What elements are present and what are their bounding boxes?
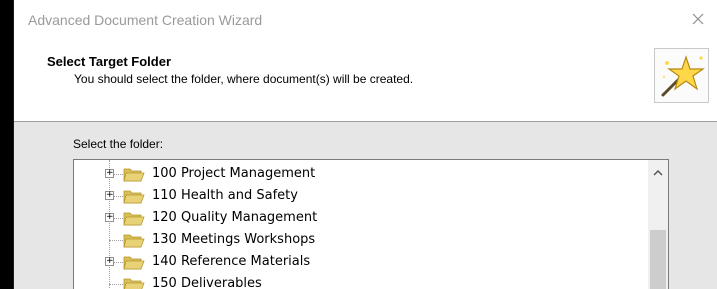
folder-icon	[123, 190, 145, 204]
folder-icon	[123, 256, 145, 270]
tree-branch-line	[114, 262, 123, 263]
folder-icon	[123, 168, 145, 182]
tree-branch-line	[109, 284, 123, 285]
scroll-up-button[interactable]	[648, 162, 668, 182]
background-edge	[0, 0, 13, 289]
tree-branch-line	[114, 218, 123, 219]
folder-icon	[123, 278, 145, 289]
tree-item-100-project-management[interactable]: + 100 Project Management	[74, 163, 644, 185]
header-panel: Select Target Folder You should select t…	[14, 38, 717, 121]
expand-icon[interactable]: +	[105, 169, 114, 178]
tree-branch-line	[109, 240, 123, 241]
wizard-window: Advanced Document Creation Wizard Select…	[13, 0, 717, 289]
vertical-scrollbar[interactable]	[648, 160, 668, 289]
tree-item-110-health-and-safety[interactable]: + 110 Health and Safety	[74, 185, 644, 207]
folder-tree[interactable]: + 100 Project Management + 110 Health an…	[73, 159, 669, 289]
close-button[interactable]	[678, 4, 717, 34]
folder-icon	[123, 212, 145, 226]
tree-item-140-reference-materials[interactable]: + 140 Reference Materials	[74, 251, 644, 273]
window-title: Advanced Document Creation Wizard	[28, 12, 263, 28]
tree-item-label: 110 Health and Safety	[152, 188, 298, 203]
body-panel: Select the folder: + 100 Project Managem…	[14, 122, 717, 289]
chevron-up-icon	[653, 169, 663, 175]
tree-item-label: 130 Meetings Workshops	[152, 232, 316, 247]
tree-item-label: 150 Deliverables	[152, 276, 262, 289]
tree-branch-line	[114, 174, 123, 175]
tree-item-130-meetings-workshops[interactable]: 130 Meetings Workshops	[74, 229, 644, 251]
magic-wand-star-icon	[654, 48, 709, 103]
select-folder-label: Select the folder:	[73, 137, 164, 151]
folder-icon	[123, 234, 145, 248]
scrollbar-thumb[interactable]	[650, 230, 666, 289]
tree-item-150-deliverables[interactable]: 150 Deliverables	[74, 273, 644, 289]
tree-item-label: 100 Project Management	[152, 166, 316, 181]
expand-icon[interactable]: +	[105, 213, 114, 222]
close-icon	[692, 13, 704, 25]
tree-branch-line	[114, 196, 123, 197]
page-subtitle: You should select the folder, where docu…	[74, 72, 414, 86]
tree-item-label: 120 Quality Management	[152, 210, 318, 225]
tree-item-120-quality-management[interactable]: + 120 Quality Management	[74, 207, 644, 229]
expand-icon[interactable]: +	[105, 191, 114, 200]
expand-icon[interactable]: +	[105, 257, 114, 266]
page-title: Select Target Folder	[47, 54, 172, 69]
title-bar: Advanced Document Creation Wizard	[14, 0, 717, 38]
tree-item-label: 140 Reference Materials	[152, 254, 311, 269]
